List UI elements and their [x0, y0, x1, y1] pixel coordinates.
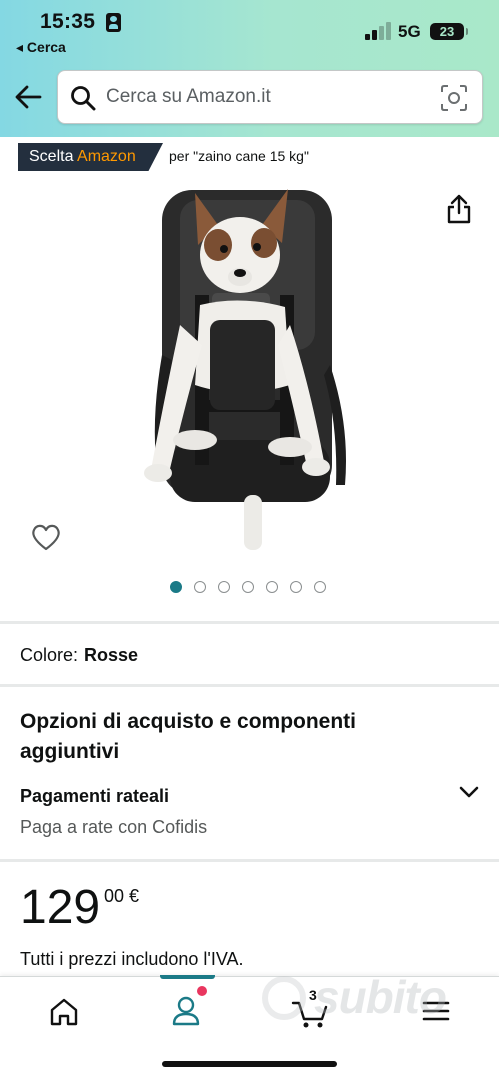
subito-watermark: subito: [262, 970, 477, 1026]
notification-dot: [197, 986, 207, 996]
heart-icon[interactable]: [30, 522, 62, 552]
divider: [0, 621, 499, 624]
signal-icon: [365, 22, 391, 40]
watermark-text: subito: [314, 971, 447, 1023]
search-input[interactable]: Cerca su Amazon.it: [106, 86, 271, 108]
color-label: Colore:: [20, 645, 79, 665]
amazon-choice-badge: Scelta Amazon: [18, 143, 163, 171]
account-icon[interactable]: [166, 991, 206, 1031]
installments-subtitle: Paga a rate con Cofidis: [20, 817, 208, 837]
carousel-dot[interactable]: [218, 581, 230, 593]
product-image[interactable]: [140, 185, 360, 555]
badge-prefix: Scelta: [29, 148, 78, 165]
search-bar[interactable]: Cerca su Amazon.it: [57, 70, 483, 124]
price-cents: 00 €: [104, 886, 140, 906]
badge-brand: Amazon: [77, 148, 136, 165]
search-icon: [71, 86, 96, 111]
subito-logo-icon: [262, 976, 306, 1020]
divider: [0, 684, 499, 687]
status-time: 15:35: [40, 10, 96, 33]
back-arrow-icon[interactable]: [14, 84, 42, 110]
id-card-icon: [106, 13, 121, 32]
purchase-options-title: Opzioni di acquisto e componenti aggiunt…: [20, 710, 357, 763]
chevron-down-icon[interactable]: [458, 783, 480, 801]
carousel-dot[interactable]: [314, 581, 326, 593]
carousel-dot[interactable]: [170, 581, 182, 593]
carousel-dot[interactable]: [242, 581, 254, 593]
color-selector[interactable]: Colore: Rosse: [20, 645, 138, 666]
share-icon[interactable]: [446, 194, 472, 224]
home-icon[interactable]: [44, 991, 84, 1031]
home-indicator[interactable]: [162, 1061, 337, 1067]
price-main: 129: [20, 881, 101, 934]
divider: [0, 859, 499, 862]
carousel-dot[interactable]: [290, 581, 302, 593]
carousel-dot[interactable]: [194, 581, 206, 593]
badge-query: per "zaino cane 15 kg": [169, 148, 309, 164]
vat-note: Tutti i prezzi includono l'IVA.: [20, 949, 244, 969]
battery-icon: 23: [430, 23, 468, 40]
camera-scan-icon[interactable]: [440, 84, 468, 112]
color-value: Rosse: [84, 645, 139, 665]
active-tab-indicator: [160, 975, 215, 979]
installments-title[interactable]: Pagamenti rateali: [20, 786, 169, 807]
header: 15:35 ◂ Cerca 5G 23 Cerca su Amazon.it: [0, 0, 499, 137]
carousel-dot[interactable]: [266, 581, 278, 593]
back-to-app-link[interactable]: ◂ Cerca: [16, 39, 66, 56]
network-label: 5G: [398, 22, 421, 41]
